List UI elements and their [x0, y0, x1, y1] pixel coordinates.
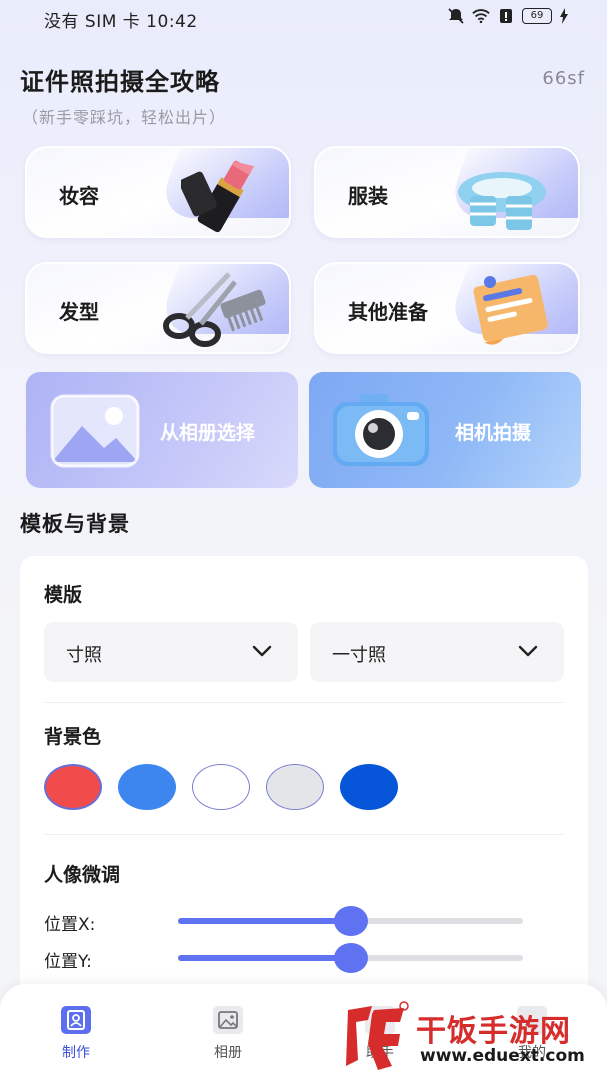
tip-card-makeup[interactable]: 妆容 — [25, 146, 291, 238]
tip-label-hairstyle: 发型 — [59, 300, 99, 324]
charging-icon — [560, 8, 568, 24]
chevron-down-icon — [252, 645, 272, 657]
position-x-label: 位置X: — [44, 915, 96, 935]
tip-card-other-prep[interactable]: 其他准备 — [314, 262, 580, 354]
background-color-swatch[interactable] — [192, 764, 250, 810]
lipstick-icon — [181, 160, 255, 233]
template-heading: 模版 — [44, 584, 83, 606]
gallery-icon — [213, 1006, 243, 1034]
nav-item-album[interactable]: 相册 — [188, 1006, 268, 1062]
page-subtitle: （新手零踩坑，轻松出片） — [22, 108, 227, 127]
camera-icon — [333, 394, 429, 466]
divider — [44, 834, 564, 835]
nav-label-album: 相册 — [214, 1045, 242, 1061]
choose-from-album-button[interactable]: 从相册选择 — [26, 372, 298, 488]
position-y-slider[interactable] — [178, 943, 523, 973]
tip-label-other-prep: 其他准备 — [348, 300, 428, 324]
image-icon — [50, 394, 140, 468]
template-category-select[interactable]: 寸照 — [44, 622, 298, 682]
id-photo-icon — [61, 1006, 91, 1034]
battery-indicator: 69 — [522, 8, 552, 24]
tip-label-makeup: 妆容 — [59, 184, 99, 208]
background-color-swatch[interactable] — [118, 764, 176, 810]
template-size-select[interactable]: 一寸照 — [310, 622, 564, 682]
tip-card-hairstyle[interactable]: 发型 — [25, 262, 291, 354]
sim-alert-icon — [500, 9, 512, 23]
watermark: 干饭手游网 www.eduext.com — [338, 1000, 598, 1074]
wifi-icon — [472, 9, 490, 24]
scissors-comb-icon — [163, 272, 266, 347]
template-category-value: 寸照 — [66, 645, 102, 666]
background-color-swatch[interactable] — [266, 764, 324, 810]
scarf-icon — [458, 172, 546, 230]
tip-label-clothing: 服装 — [348, 184, 388, 208]
status-carrier-time: 没有 SIM 卡 10:42 — [44, 12, 198, 32]
tip-card-clothing[interactable]: 服装 — [314, 146, 580, 238]
watermark-text: 干饭手游网 — [416, 1014, 571, 1049]
chevron-down-icon — [518, 645, 538, 657]
slider-thumb[interactable] — [333, 943, 368, 973]
album-label: 从相册选择 — [160, 422, 256, 444]
bell-off-icon — [448, 8, 464, 24]
status-icons: 69 — [447, 8, 569, 24]
divider — [44, 702, 564, 703]
nav-item-make[interactable]: 制作 — [36, 1006, 116, 1062]
slider-fill — [178, 918, 351, 924]
nav-label-make: 制作 — [62, 1045, 90, 1061]
slider-fill — [178, 955, 351, 961]
document-icon — [473, 274, 548, 345]
position-x-slider[interactable] — [178, 906, 523, 936]
background-color-swatch[interactable] — [44, 764, 102, 810]
slider-thumb[interactable] — [333, 906, 368, 936]
template-size-value: 一寸照 — [332, 645, 386, 666]
watermark-url: www.eduext.com — [420, 1046, 585, 1066]
background-color-swatch[interactable] — [340, 764, 398, 810]
user-code: 66sf — [542, 68, 585, 89]
camera-capture-button[interactable]: 相机拍摄 — [309, 372, 581, 488]
position-y-label: 位置Y: — [44, 952, 92, 972]
portrait-adjust-heading: 人像微调 — [44, 864, 121, 886]
watermark-logo-icon — [346, 1001, 409, 1070]
section-title-template-background: 模板与背景 — [20, 512, 130, 536]
camera-label: 相机拍摄 — [455, 422, 532, 444]
background-color-heading: 背景色 — [44, 726, 102, 748]
page-title: 证件照拍摄全攻略 — [20, 68, 220, 96]
status-bar: 没有 SIM 卡 10:42 69 — [0, 0, 607, 34]
